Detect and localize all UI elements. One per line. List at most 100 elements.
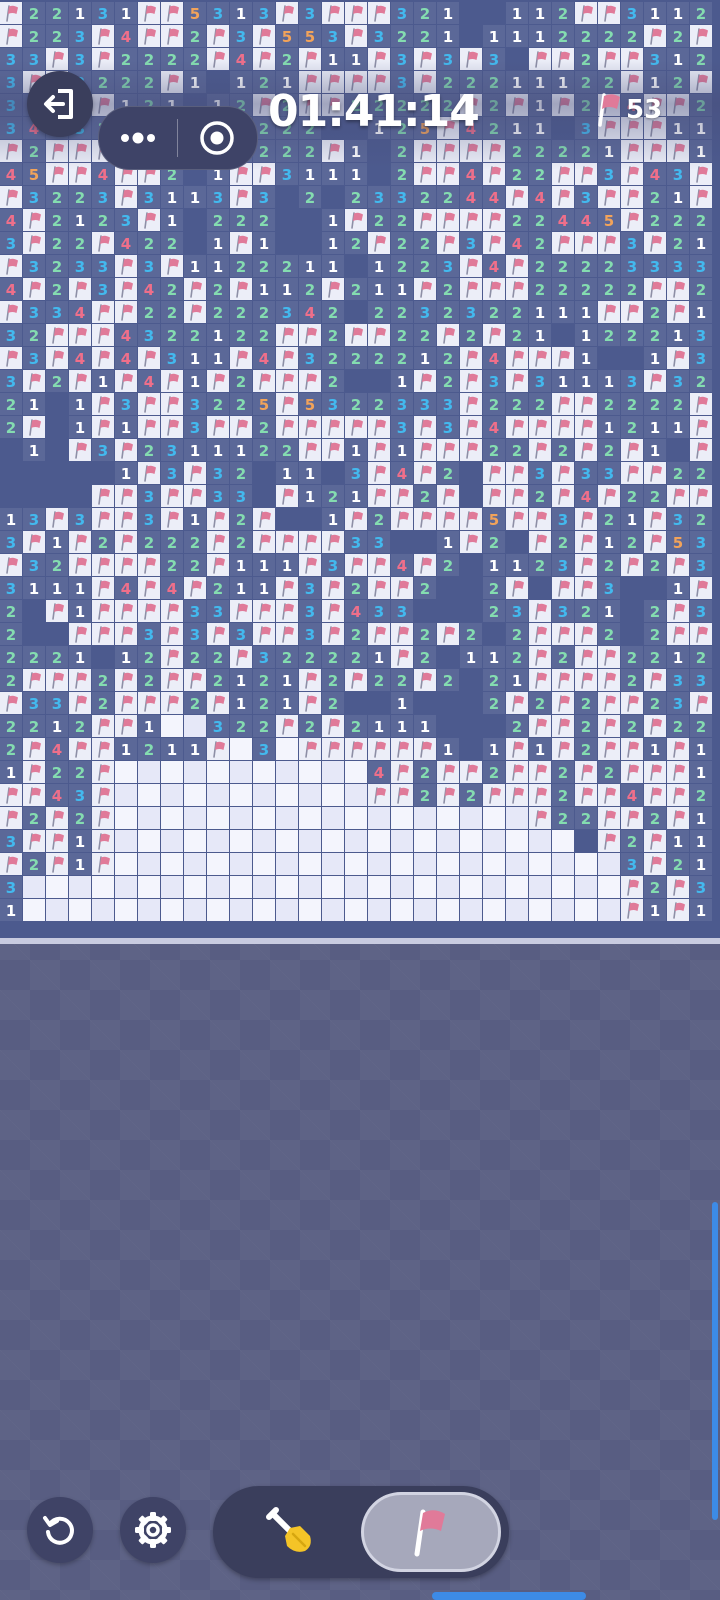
covered-cell[interactable] — [621, 623, 643, 645]
number-cell[interactable]: 3 — [253, 738, 275, 760]
flagged-cell[interactable] — [253, 25, 275, 47]
number-cell[interactable]: 2 — [345, 646, 367, 668]
flagged-cell[interactable] — [230, 600, 252, 622]
number-cell[interactable]: 2 — [690, 48, 712, 70]
number-cell[interactable]: 2 — [621, 531, 643, 553]
covered-cell[interactable] — [483, 623, 505, 645]
number-cell[interactable]: 4 — [460, 186, 482, 208]
flagged-cell[interactable] — [414, 439, 436, 461]
number-cell[interactable]: 1 — [575, 370, 597, 392]
flagged-cell[interactable] — [598, 232, 620, 254]
flagged-cell[interactable] — [529, 531, 551, 553]
flagged-cell[interactable] — [23, 738, 45, 760]
number-cell[interactable]: 2 — [598, 623, 620, 645]
covered-cell[interactable] — [621, 577, 643, 599]
number-cell[interactable]: 1 — [598, 416, 620, 438]
number-cell[interactable]: 1 — [345, 485, 367, 507]
flagged-cell[interactable] — [667, 784, 689, 806]
flagged-cell[interactable] — [644, 715, 666, 737]
flagged-cell[interactable] — [483, 485, 505, 507]
number-cell[interactable]: 2 — [483, 301, 505, 323]
number-cell[interactable]: 1 — [506, 2, 528, 24]
flagged-cell[interactable] — [0, 554, 22, 576]
number-cell[interactable]: 1 — [69, 600, 91, 622]
flagged-cell[interactable] — [322, 600, 344, 622]
number-cell[interactable]: 1 — [69, 646, 91, 668]
number-cell[interactable]: 1 — [506, 25, 528, 47]
number-cell[interactable]: 3 — [0, 71, 22, 93]
flagged-cell[interactable] — [575, 439, 597, 461]
flagged-cell[interactable] — [667, 301, 689, 323]
number-cell[interactable]: 4 — [115, 324, 137, 346]
number-cell[interactable]: 3 — [230, 485, 252, 507]
number-cell[interactable]: 2 — [46, 25, 68, 47]
number-cell[interactable]: 2 — [483, 600, 505, 622]
number-cell[interactable]: 1 — [391, 692, 413, 714]
number-cell[interactable]: 2 — [46, 232, 68, 254]
number-cell[interactable]: 2 — [414, 646, 436, 668]
number-cell[interactable]: 3 — [23, 301, 45, 323]
flagged-cell[interactable] — [552, 623, 574, 645]
number-cell[interactable]: 2 — [667, 71, 689, 93]
flagged-cell[interactable] — [0, 186, 22, 208]
number-cell[interactable]: 1 — [506, 71, 528, 93]
flagged-cell[interactable] — [299, 669, 321, 691]
number-cell[interactable]: 3 — [161, 439, 183, 461]
flagged-cell[interactable] — [644, 853, 666, 875]
number-cell[interactable]: 2 — [598, 761, 620, 783]
number-cell[interactable]: 2 — [46, 761, 68, 783]
flagged-cell[interactable] — [575, 761, 597, 783]
number-cell[interactable]: 2 — [529, 232, 551, 254]
number-cell[interactable]: 2 — [644, 623, 666, 645]
number-cell[interactable]: 4 — [345, 600, 367, 622]
number-cell[interactable]: 3 — [690, 876, 712, 898]
number-cell[interactable]: 2 — [414, 324, 436, 346]
flagged-cell[interactable] — [253, 623, 275, 645]
flagged-cell[interactable] — [253, 163, 275, 185]
number-cell[interactable]: 2 — [253, 669, 275, 691]
number-cell[interactable]: 3 — [621, 2, 643, 24]
number-cell[interactable]: 2 — [115, 48, 137, 70]
number-cell[interactable]: 2 — [207, 209, 229, 231]
number-cell[interactable]: 2 — [598, 278, 620, 300]
number-cell[interactable]: 2 — [460, 324, 482, 346]
number-cell[interactable]: 2 — [690, 94, 712, 116]
number-cell[interactable]: 2 — [483, 71, 505, 93]
flagged-cell[interactable] — [92, 577, 114, 599]
number-cell[interactable]: 2 — [0, 416, 22, 438]
number-cell[interactable]: 2 — [667, 462, 689, 484]
flagged-cell[interactable] — [667, 485, 689, 507]
flagged-cell[interactable] — [552, 347, 574, 369]
number-cell[interactable]: 3 — [391, 48, 413, 70]
number-cell[interactable]: 1 — [253, 577, 275, 599]
number-cell[interactable]: 2 — [621, 278, 643, 300]
flagged-cell[interactable] — [276, 623, 298, 645]
number-cell[interactable]: 2 — [506, 623, 528, 645]
flagged-cell[interactable] — [644, 232, 666, 254]
flagged-cell[interactable] — [230, 232, 252, 254]
number-cell[interactable]: 4 — [0, 209, 22, 231]
number-cell[interactable]: 1 — [529, 94, 551, 116]
flagged-cell[interactable] — [0, 692, 22, 714]
number-cell[interactable]: 2 — [0, 646, 22, 668]
covered-cell[interactable] — [46, 485, 68, 507]
flagged-cell[interactable] — [621, 876, 643, 898]
number-cell[interactable]: 3 — [345, 462, 367, 484]
flagged-cell[interactable] — [506, 278, 528, 300]
number-cell[interactable]: 3 — [690, 347, 712, 369]
number-cell[interactable]: 2 — [667, 232, 689, 254]
flagged-cell[interactable] — [0, 140, 22, 162]
number-cell[interactable]: 2 — [690, 508, 712, 530]
flagged-cell[interactable] — [690, 577, 712, 599]
number-cell[interactable]: 3 — [598, 163, 620, 185]
flagged-cell[interactable] — [598, 692, 620, 714]
covered-cell[interactable] — [207, 71, 229, 93]
flagged-cell[interactable] — [276, 370, 298, 392]
number-cell[interactable]: 2 — [690, 646, 712, 668]
number-cell[interactable]: 1 — [667, 577, 689, 599]
number-cell[interactable]: 2 — [598, 554, 620, 576]
number-cell[interactable]: 2 — [506, 324, 528, 346]
flagged-cell[interactable] — [161, 370, 183, 392]
covered-cell[interactable] — [46, 462, 68, 484]
number-cell[interactable]: 5 — [667, 531, 689, 553]
